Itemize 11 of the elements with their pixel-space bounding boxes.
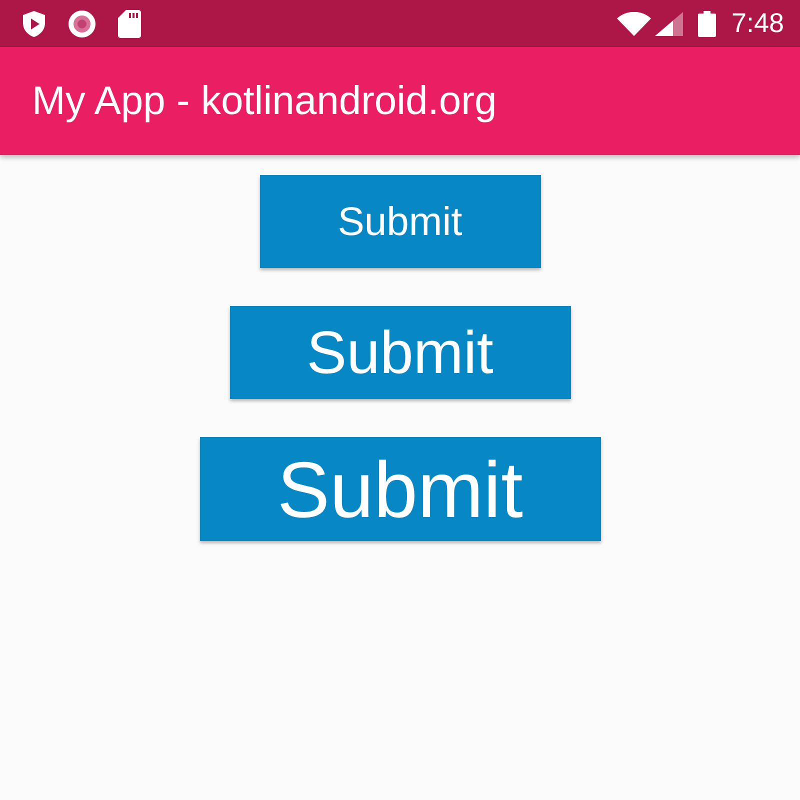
shield-play-icon xyxy=(22,10,46,38)
signal-icon xyxy=(655,12,684,36)
status-time: 7:48 xyxy=(731,10,784,37)
submit-button[interactable]: Submit xyxy=(230,306,570,399)
wifi-icon xyxy=(617,12,652,36)
record-icon xyxy=(68,10,96,38)
submit-button[interactable]: Submit xyxy=(260,175,540,268)
battery-icon xyxy=(698,10,716,36)
submit-button[interactable]: Submit xyxy=(200,437,600,541)
app-title: My App - kotlinandroid.org xyxy=(32,79,497,123)
sd-card-icon xyxy=(118,10,141,38)
